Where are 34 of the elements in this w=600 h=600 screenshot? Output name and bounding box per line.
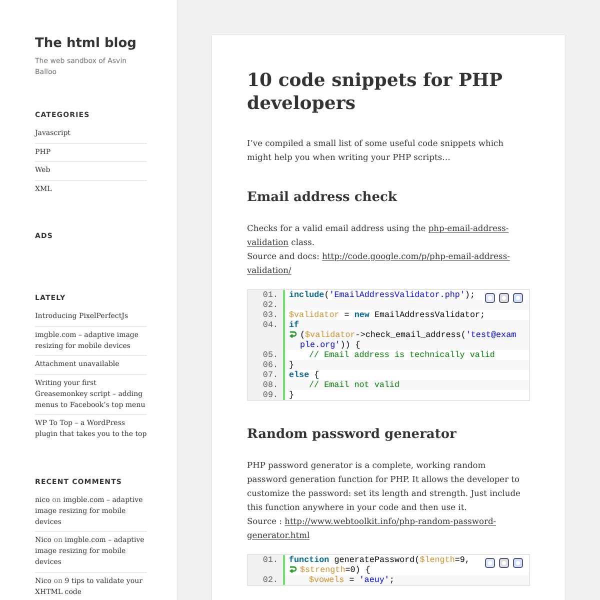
line-number: 08. bbox=[248, 380, 283, 390]
line-number: 04. bbox=[248, 320, 283, 330]
line-number: 09. bbox=[248, 390, 283, 400]
view-source-icon[interactable] bbox=[485, 292, 495, 303]
code-line: $vowels = 'aeuy'; bbox=[283, 574, 529, 585]
link[interactable]: http://www.webtoolkit.info/php-random-password- bbox=[284, 516, 496, 526]
line-number: 02. bbox=[248, 300, 283, 310]
print-icon[interactable] bbox=[499, 558, 509, 568]
link[interactable]: php-email-address- bbox=[428, 222, 509, 233]
line-number: 05. bbox=[248, 350, 283, 360]
post-title: 10 code snippets for PHP developers bbox=[247, 69, 504, 116]
help-icon[interactable] bbox=[513, 292, 523, 303]
line-number: 03. bbox=[248, 310, 283, 320]
link[interactable]: validation bbox=[247, 236, 289, 247]
line-number: 01. bbox=[248, 290, 283, 300]
link[interactable]: http://code.google.com/p/php-email-address- bbox=[322, 250, 510, 261]
line-number: 01. bbox=[248, 554, 283, 565]
section-heading: Random password generator bbox=[247, 426, 458, 442]
line-number: 02. bbox=[248, 574, 283, 585]
section-heading: Email address check bbox=[247, 190, 398, 205]
view-source-icon[interactable] bbox=[485, 558, 495, 568]
paragraph: Checks for a valid email address using the php-email-address- validation class. Source and docs: http://code.google.com/p/php-email-address- validation/ bbox=[247, 222, 511, 277]
wrap-arrow-icon bbox=[289, 331, 297, 338]
code-line: } bbox=[283, 390, 529, 400]
site-title[interactable]: The html blog bbox=[35, 36, 147, 51]
wrap-arrow-icon bbox=[289, 566, 297, 574]
print-icon[interactable] bbox=[499, 292, 509, 303]
line-number: 07. bbox=[248, 370, 283, 380]
line-number: 06. bbox=[248, 360, 283, 370]
link[interactable]: generator.html bbox=[247, 530, 310, 540]
help-icon[interactable] bbox=[513, 558, 523, 568]
paragraph: I’ve compiled a small list of some useful code snippets which might help you when writing your PHP scripts… bbox=[247, 136, 504, 164]
link[interactable]: validation/ bbox=[247, 264, 292, 275]
paragraph: PHP password generator is a complete, working random password generation function for PHP. It allows the developer to customize the password: set its length and strength. Just include this function anywhere in your code and then use it. Source : http://www.webtoolkit.info/php-random-password- generator.html bbox=[247, 458, 522, 542]
